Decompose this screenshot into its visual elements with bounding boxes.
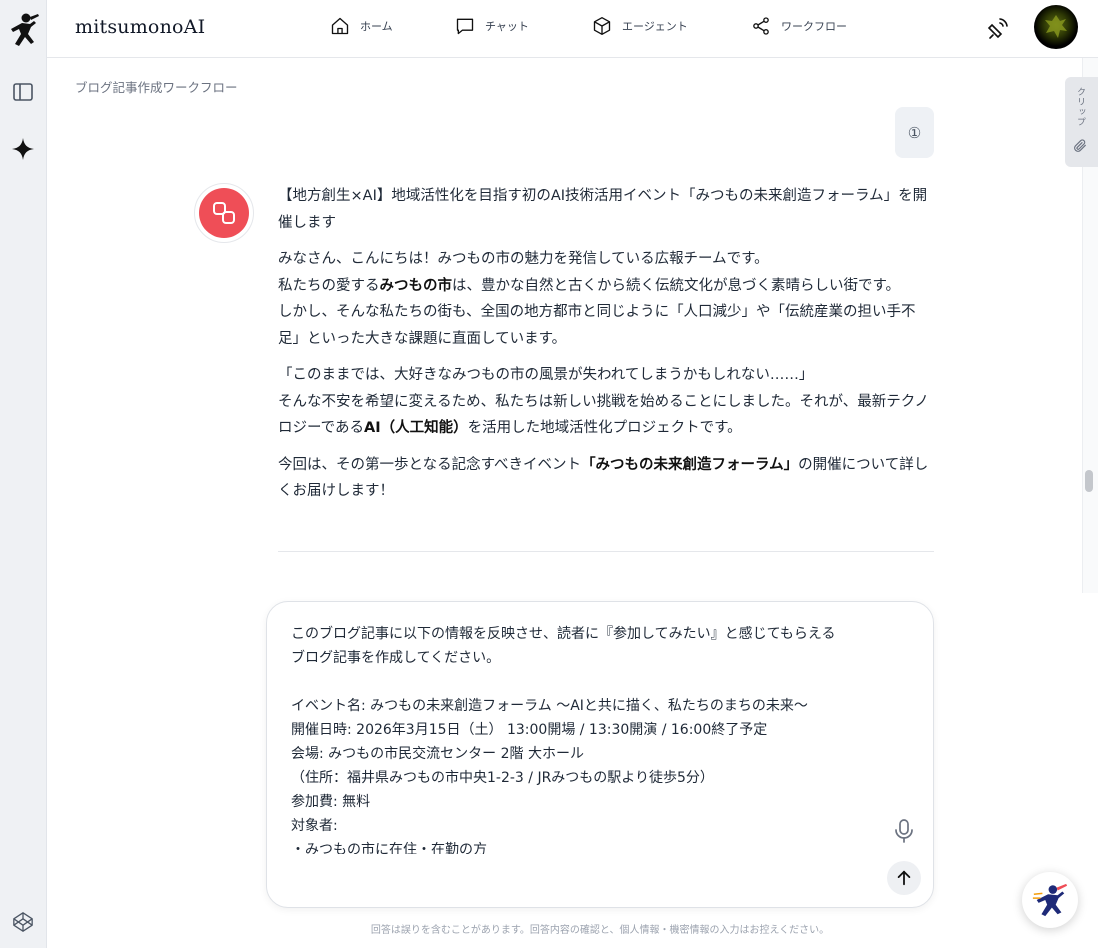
ninja-mascot-icon	[1032, 883, 1068, 917]
satellite-icon[interactable]	[986, 16, 1010, 40]
article-paragraph-1: みなさん、こんにちは！みつもの市の魅力を発信している広報チームです。 私たちの愛…	[278, 246, 934, 352]
sparkle-icon[interactable]	[8, 134, 38, 164]
bot-avatar	[194, 183, 254, 243]
cube-icon	[593, 17, 611, 35]
prompt-input[interactable]: このブログ記事に以下の情報を反映させ、読者に『参加してみたい』と感じてもらえる …	[291, 622, 891, 854]
assistant-helper-button[interactable]	[1022, 872, 1078, 928]
article-line: 今回は、その第一歩となる記念すべきイベント	[278, 456, 582, 473]
nav-label-workflow: ワークフロー	[781, 20, 847, 33]
workflow-node-icon	[199, 188, 249, 238]
assistant-message: 【地方創生×AI】地域活性化を目指す初のAI技術活用イベント「みつもの未来創造フ…	[278, 183, 934, 515]
nav-item-agent[interactable]: エージェント	[592, 16, 688, 36]
nav-label-home: ホーム	[360, 20, 393, 33]
user-avatar[interactable]	[1034, 5, 1078, 49]
send-button[interactable]	[887, 861, 921, 895]
codepen-icon[interactable]	[8, 907, 38, 937]
divider	[278, 551, 934, 552]
left-rail	[0, 0, 47, 948]
article-line: は、豊かな自然と古くから続く伝統文化が息づく素晴らしい街です。	[452, 277, 901, 294]
brand-name[interactable]: mitsumonoAI	[75, 16, 205, 38]
clip-tab[interactable]: クリップ	[1065, 77, 1098, 167]
chat-icon	[456, 18, 474, 35]
nav-item-chat[interactable]: チャット	[455, 16, 529, 36]
ninja-logo-icon[interactable]	[6, 12, 40, 50]
paperclip-icon	[1074, 139, 1086, 152]
share-icon	[753, 17, 769, 35]
article-line: みなさん、こんにちは！みつもの市の魅力を発信している広報チームです。	[278, 251, 769, 267]
article-bold: みつもの市	[379, 277, 453, 294]
prompt-composer[interactable]: このブログ記事に以下の情報を反映させ、読者に『参加してみたい』と感じてもらえる …	[266, 601, 934, 908]
nav-label-chat: チャット	[485, 20, 529, 33]
message-badge[interactable]: ①	[895, 107, 934, 158]
nav-item-home[interactable]: ホーム	[330, 16, 393, 36]
article-paragraph-3: 今回は、その第一歩となる記念すべきイベント「みつもの未来創造フォーラム」の開催に…	[278, 452, 934, 505]
microphone-icon[interactable]	[893, 818, 915, 844]
clip-tab-label: クリップ	[1075, 87, 1085, 127]
article-line: 私たちの愛する	[278, 277, 380, 294]
article-paragraph-2: 「このままでは、大好きなみつもの市の風景が失われてしまうかもしれない……」 そん…	[278, 362, 934, 442]
nav-item-workflow[interactable]: ワークフロー	[751, 16, 847, 36]
article-bold: 「みつもの未来創造フォーラム」	[581, 456, 799, 473]
scrollbar-thumb[interactable]	[1085, 470, 1093, 492]
top-header: mitsumonoAI ホーム チャット エージェント ワークフロー	[47, 0, 1098, 58]
article-line: 「このままでは、大好きなみつもの市の風景が失われてしまうかもしれない……」	[278, 367, 814, 383]
article-title: 【地方創生×AI】地域活性化を目指す初のAI技術活用イベント「みつもの未来創造フ…	[278, 188, 928, 231]
article-line: しかし、そんな私たちの街も、全国の地方都市と同じように「人口減少」や「伝統産業の…	[278, 304, 916, 347]
article-line: を活用した地域活性化プロジェクトです。	[467, 420, 742, 436]
nav-label-agent: エージェント	[622, 20, 688, 33]
arrow-up-icon	[897, 870, 911, 886]
breadcrumb: ブログ記事作成ワークフロー	[75, 80, 238, 95]
home-icon	[331, 17, 349, 35]
article-bold: AI（人工知能）	[364, 420, 468, 436]
sidebar-toggle-icon[interactable]	[8, 77, 38, 107]
disclaimer: 回答は誤りを含むことがあります。回答内容の確認と、個人情報・機密情報の入力はお控…	[370, 925, 830, 936]
